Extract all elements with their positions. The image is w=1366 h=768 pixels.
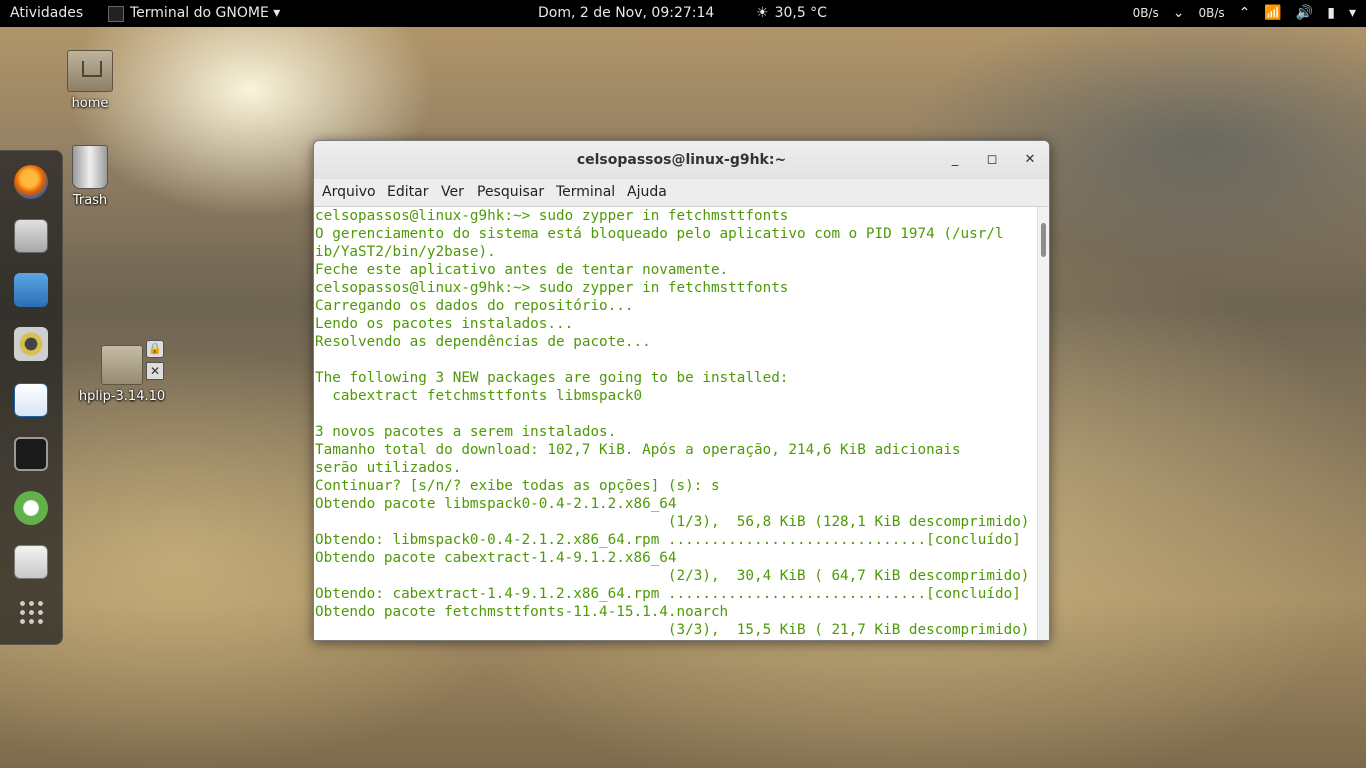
terminal-icon[interactable] xyxy=(14,437,48,471)
terminal-app-icon xyxy=(108,5,124,22)
maximize-icon[interactable]: ◻ xyxy=(982,150,1002,170)
desktop-icon-label: Trash xyxy=(72,193,108,208)
activities-button[interactable]: Atividades xyxy=(10,0,83,27)
software-installer-icon[interactable] xyxy=(14,491,48,525)
desktop-icon-home[interactable]: home xyxy=(60,50,120,111)
close-emblem-icon: ✕ xyxy=(146,362,164,380)
desktop-icon-label: home xyxy=(71,96,109,111)
temperature: 30,5 °C xyxy=(774,5,827,21)
weather-indicator[interactable]: ☀ 30,5 °C xyxy=(756,0,827,27)
document-writer-icon[interactable] xyxy=(14,383,48,417)
show-applications-icon[interactable] xyxy=(18,599,44,625)
system-menu-arrow-icon[interactable]: ▾ xyxy=(1349,0,1356,27)
net-down-speed: 0B/s xyxy=(1132,6,1159,20)
top-bar: Atividades Terminal do GNOME ▾ Dom, 2 de… xyxy=(0,0,1366,27)
firefox-icon[interactable] xyxy=(14,165,48,199)
music-player-icon[interactable] xyxy=(14,327,48,361)
system-tray[interactable]: 0B/s ⌄ 0B/s ⌃ 📶 🔊 ▮ ▾ xyxy=(1133,0,1356,27)
window-title: celsopassos@linux-g9hk:~ xyxy=(576,152,787,168)
desktop-icon-label: hplip-3.14.10 xyxy=(78,389,166,404)
menu-terminal[interactable]: Terminal xyxy=(552,179,619,206)
close-icon[interactable]: ✕ xyxy=(1020,150,1040,170)
app-menu-label: Terminal do GNOME ▾ xyxy=(130,5,281,21)
terminal-output: celsopassos@linux-g9hk:~> sudo zypper in… xyxy=(315,208,1030,638)
desktop-icon-trash[interactable]: Trash xyxy=(62,145,118,208)
speaker-icon[interactable]: 🔊 xyxy=(1296,0,1313,27)
terminal-output-area[interactable]: celsopassos@linux-g9hk:~> sudo zypper in… xyxy=(314,207,1038,640)
battery-icon[interactable]: ▮ xyxy=(1327,0,1335,27)
lock-icon: 🔒 xyxy=(146,340,164,358)
menu-bar: Arquivo Editar Ver Pesquisar Terminal Aj… xyxy=(314,179,1049,207)
sun-icon: ☀ xyxy=(756,5,769,21)
terminal-window: celsopassos@linux-g9hk:~ _ ◻ ✕ Arquivo E… xyxy=(313,140,1050,641)
menu-arquivo[interactable]: Arquivo xyxy=(318,179,380,206)
menu-ver[interactable]: Ver xyxy=(437,179,468,206)
window-titlebar[interactable]: celsopassos@linux-g9hk:~ _ ◻ ✕ xyxy=(314,141,1049,179)
disc-burner-icon[interactable] xyxy=(14,545,48,579)
trash-icon xyxy=(72,145,108,189)
scrollbar-thumb[interactable] xyxy=(1041,223,1046,257)
clock[interactable]: Dom, 2 de Nov, 09:27:14 xyxy=(538,0,714,27)
file-manager-icon[interactable] xyxy=(14,219,48,253)
menu-ajuda[interactable]: Ajuda xyxy=(623,179,671,206)
chevron-up-icon[interactable]: ⌃ xyxy=(1239,0,1251,27)
desktop-icon-hplip[interactable]: 🔒 ✕ hplip-3.14.10 xyxy=(70,340,174,404)
chevron-down-icon[interactable]: ⌄ xyxy=(1173,0,1185,27)
dash xyxy=(0,150,63,645)
wifi-icon[interactable]: 📶 xyxy=(1264,0,1281,27)
folder-icon: 🔒 ✕ xyxy=(101,340,164,385)
home-folder-icon xyxy=(67,50,113,92)
scrollbar[interactable] xyxy=(1037,207,1049,640)
net-up-speed: 0B/s xyxy=(1198,6,1225,20)
menu-editar[interactable]: Editar xyxy=(383,179,432,206)
app-menu[interactable]: Terminal do GNOME ▾ xyxy=(108,0,280,27)
menu-pesquisar[interactable]: Pesquisar xyxy=(473,179,548,206)
minimize-icon[interactable]: _ xyxy=(945,150,965,170)
chat-icon[interactable] xyxy=(14,273,48,307)
